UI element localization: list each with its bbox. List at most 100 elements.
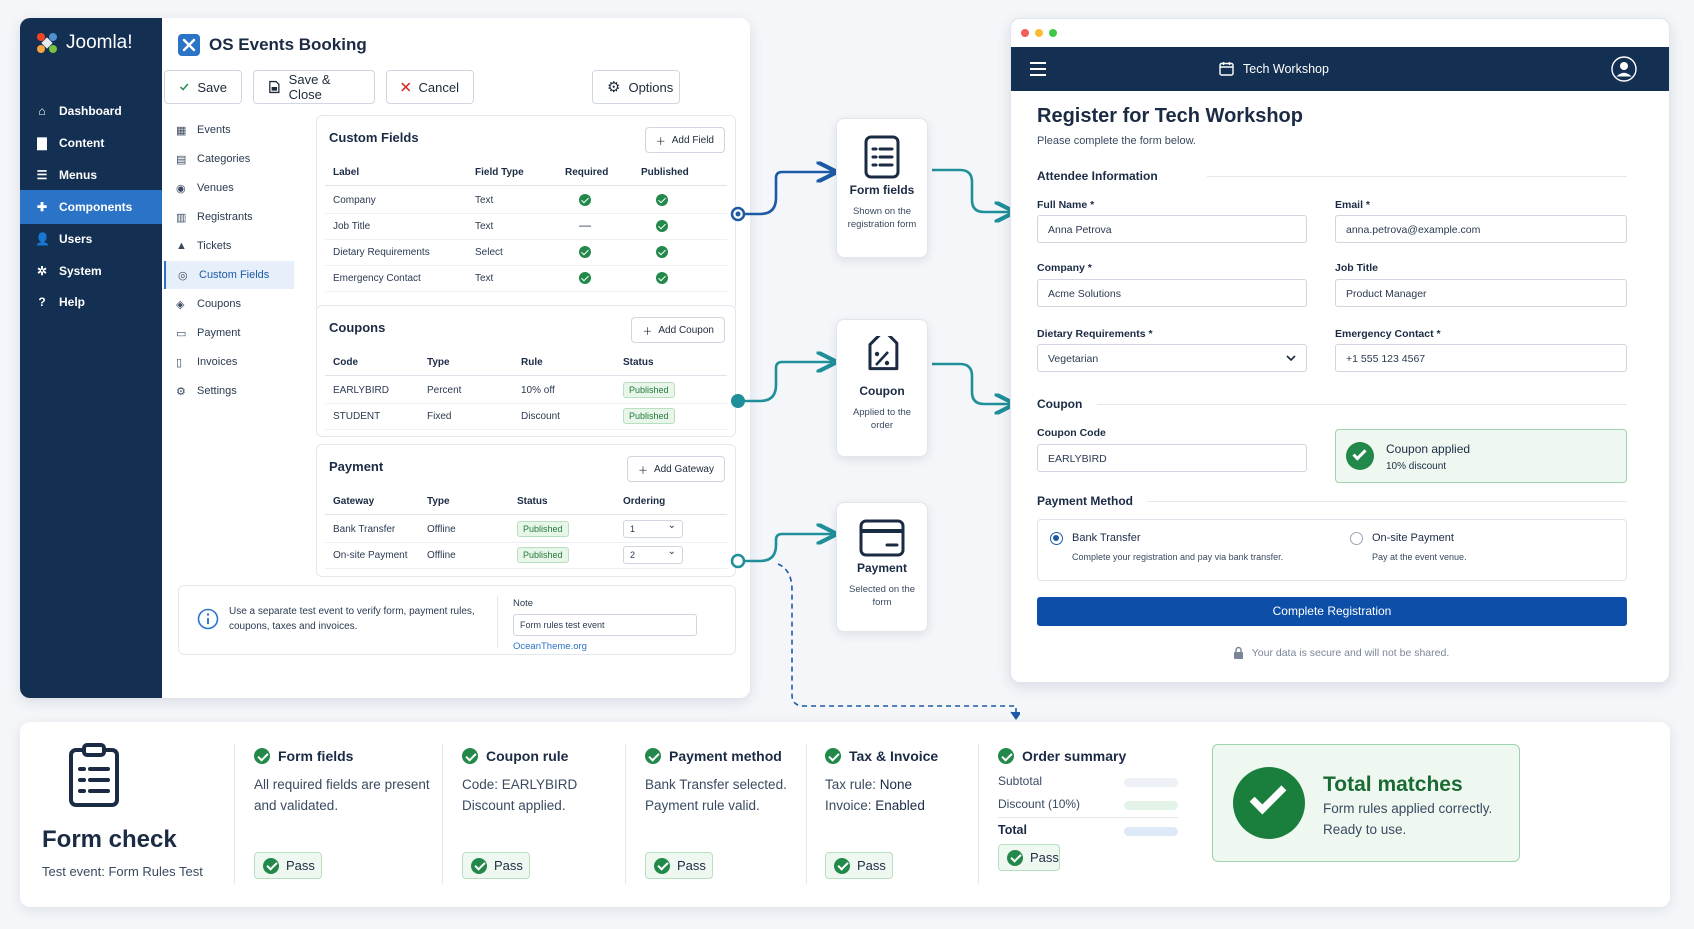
coupon-discount-text: 10% discount [1386,461,1447,472]
options-button[interactable]: ⚙ Options [592,70,680,104]
column-divider [625,744,626,884]
gateway-name: On-site Payment [333,550,408,561]
nav-item-label: Registrants [197,211,253,223]
close-dot[interactable] [1021,29,1029,37]
table-row[interactable]: EARLYBIRD Percent 10% off Published [325,376,727,404]
radio-bank-transfer[interactable] [1050,532,1063,545]
table-row[interactable]: On-site Payment Offline Published 2 [325,541,727,569]
admin-sidebar: Joomla! ⌂ Dashboard ▇ Content ☰ Menus ✚ Compone… [20,18,162,698]
page-title: OS Events Booking [178,34,367,56]
add-gateway-button[interactable]: ＋ Add Gateway [626,456,725,482]
nav-item-label: Tickets [197,240,232,252]
complete-registration-button[interactable]: Complete Registration [1037,597,1627,626]
sidebar-item-menus[interactable]: ☰ Menus [20,158,162,192]
column-divider [442,744,443,884]
nav-item-venues[interactable]: ◉ Venues [164,174,294,202]
add-field-button[interactable]: ＋ Add Field [644,127,725,153]
nav-item-label: Settings [197,385,237,397]
required-check-icon [579,272,591,284]
table-row[interactable]: Company Text [325,186,727,214]
nav-item-custom-fields[interactable]: ◎ Custom Fields [164,261,294,289]
line: Code: EARLYBIRD [462,777,578,792]
sidebar-item-components[interactable]: ✚ Components [20,190,162,224]
attendee-section-title: Attendee Information [1037,169,1158,183]
dietary-select[interactable]: Vegetarian [1037,344,1307,372]
payment-options-box: Bank Transfer Complete your registration… [1037,519,1627,581]
sidebar-item-users[interactable]: 👤 Users [20,222,162,256]
field-label: Emergency Contact [333,273,421,284]
page-title-text: OS Events Booking [209,35,367,54]
dash-icon: — [579,218,591,232]
add-coupon-button[interactable]: ＋ Add Coupon [631,317,725,343]
add-gateway-label: Add Gateway [653,463,714,475]
job-title-input[interactable]: Product Manager [1335,279,1627,307]
payment-section-title: Payment Method [1037,494,1134,508]
window-controls [1021,29,1057,37]
table-row[interactable]: Emergency Contact Text [325,264,727,292]
pass-label: Pass [494,858,523,873]
secure-note-text: Your data is secure and will not be shar… [1251,646,1450,659]
ordering-select[interactable]: 2 [623,546,683,564]
save-button[interactable]: Save [164,70,242,104]
table-header: Code Type Rule Status [325,348,727,376]
nav-icon: ▥ [176,211,187,224]
radio-onsite-payment[interactable] [1350,532,1363,545]
table-row[interactable]: STUDENT Fixed Discount Published [325,402,727,430]
nav-item-label: Categories [197,153,251,165]
coupon-rule: 10% off [521,385,555,396]
nav-item-events[interactable]: ▦ Events [164,116,294,144]
nav-item-label: Events [197,124,231,136]
pass-badge: Pass [645,852,713,879]
nav-item-tickets[interactable]: ▲ Tickets [164,232,294,260]
save-close-button[interactable]: Save & Close [253,70,375,104]
user-avatar-icon[interactable] [1611,56,1637,82]
sidebar-item-dashboard[interactable]: ⌂ Dashboard [20,94,162,128]
oceantheme-link[interactable]: OceanTheme.org [513,641,587,652]
nav-item-label: Venues [197,182,234,194]
info-text: Use a separate test event to verify form… [229,606,475,632]
maximize-dot[interactable] [1049,29,1057,37]
flow-card-subtitle: Shown on the registration form [847,206,917,230]
coupon-code-input[interactable]: EARLYBIRD [1037,444,1307,472]
field-type: Text [475,195,494,206]
check-circle-icon [998,748,1014,764]
nav-item-categories[interactable]: ▤ Categories [164,145,294,173]
column-header: Code [333,357,358,368]
nav-item-settings[interactable]: ⚙ Settings [164,377,294,405]
nav-icon: ⚙ [176,385,186,398]
email-input[interactable]: anna.petrova@example.com [1335,215,1627,243]
required-check-icon [579,194,591,206]
nav-item-invoices[interactable]: ▯ Invoices [164,348,294,376]
brand-name: Joomla! [66,32,133,53]
table-row[interactable]: Dietary Requirements Select [325,238,727,266]
emergency-input[interactable]: +1 555 123 4567 [1335,344,1627,372]
nav-item-payment[interactable]: ▭ Payment [164,319,294,347]
company-input[interactable]: Acme Solutions [1037,279,1307,307]
ordering-select[interactable]: 1 [623,520,683,538]
coupon-tag-icon [868,336,899,371]
onsite-payment-label: On-site Payment [1372,532,1454,544]
full-name-label: Full Name * [1037,199,1095,211]
coupons-title: Coupons [329,320,386,335]
form-check-title: Form check [42,826,177,853]
status-badge: Published [517,547,569,563]
minimize-dot[interactable] [1035,29,1043,37]
hamburger-icon[interactable] [1029,62,1047,76]
nav-item-registrants[interactable]: ▥ Registrants [164,203,294,231]
table-row[interactable]: Job Title Text — [325,212,727,240]
note-input[interactable]: Form rules test event [513,614,697,636]
joomla-logo[interactable]: Joomla! [34,30,133,56]
nav-item-coupons[interactable]: ◈ Coupons [164,290,294,318]
table-row[interactable]: Bank Transfer Offline Published 1 [325,515,727,543]
sidebar-item-system[interactable]: ✲ System [20,254,162,288]
payment-title: Payment [329,459,384,474]
cancel-button[interactable]: Cancel [386,70,474,104]
status-badge: Published [517,521,569,537]
check-circle-icon [654,857,670,874]
sidebar-item-help[interactable]: ? Help [20,285,162,319]
sidebar-item-content[interactable]: ▇ Content [20,126,162,160]
component-icon [178,34,200,56]
full-name-input[interactable]: Anna Petrova [1037,215,1307,243]
coupon-type: Fixed [427,411,452,422]
section-divider [1097,404,1627,405]
